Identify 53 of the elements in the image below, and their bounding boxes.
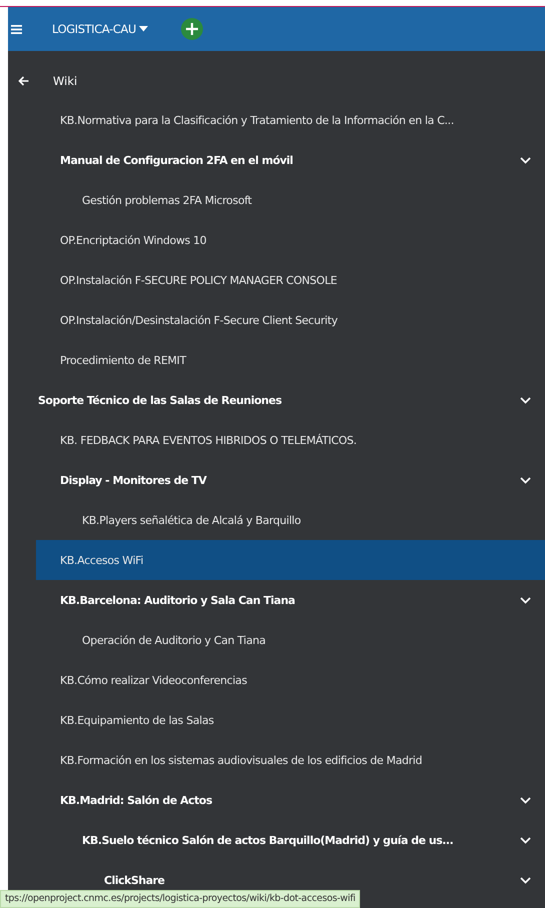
item-label: Gestión problemas 2FA Microsoft	[82, 194, 252, 206]
item-label: KB.Players señalética de Alcalá y Barquillo	[82, 514, 301, 526]
tree-item[interactable]: OP.Instalación/Desinstalación F-Secure Client Security	[36, 300, 545, 340]
chevron-icon[interactable]	[520, 876, 531, 884]
tree-item[interactable]: KB.Suelo técnico Salón de actos Barquillo(Madrid) y guía de us...	[36, 820, 545, 860]
item-label: KB.Normativa para la Clasificación y Tratamiento de la Información en la C...	[60, 114, 454, 126]
item-label: Manual de Configuracion 2FA en el móvil	[60, 154, 293, 166]
caret-icon	[138, 26, 148, 32]
item-label: KB.Equipamiento de las Salas	[60, 714, 214, 726]
tree-item[interactable]: KB.Normativa para la Clasificación y Tratamiento de la Información en la C...	[36, 100, 545, 140]
item-label: OP.Instalación F-SECURE POLICY MANAGER CONSOLE	[60, 274, 337, 286]
item-label: KB.Accesos WiFi	[60, 554, 144, 566]
item-label: KB. FEDBACK PARA EVENTOS HIBRIDOS O TELEMÁTICOS.	[60, 434, 357, 446]
menu-icon[interactable]	[11, 24, 22, 34]
chevron-icon[interactable]	[520, 796, 531, 804]
tree-item[interactable]: OP.Instalación F-SECURE POLICY MANAGER CONSOLE	[36, 260, 545, 300]
tree-item[interactable]: Soporte Técnico de las Salas de Reuniones	[36, 380, 545, 420]
tree-item[interactable]: KB.Madrid: Salón de Actos	[36, 780, 545, 820]
chevron-icon[interactable]	[520, 156, 531, 164]
back-arrow-icon[interactable]	[18, 76, 29, 86]
tree-item[interactable]: KB.Barcelona: Auditorio y Sala Can Tiana	[36, 580, 545, 620]
add-icon[interactable]	[180, 18, 203, 40]
chevron-icon[interactable]	[520, 836, 531, 844]
tree-item[interactable]: KB.Players señalética de Alcalá y Barquillo	[36, 500, 545, 540]
tree-item[interactable]: Display - Monitores de TV	[36, 460, 545, 500]
chevron-icon[interactable]	[520, 596, 531, 604]
chevron-icon[interactable]	[520, 476, 531, 484]
tree-item[interactable]: Manual de Configuracion 2FA en el móvil	[36, 140, 545, 180]
project-dropdown[interactable]: LOGISTICA-CAU	[52, 22, 148, 36]
tree-item[interactable]: KB.Cómo realizar Videoconferencias	[36, 660, 545, 700]
tree-item[interactable]: KB.Equipamiento de las Salas	[36, 700, 545, 740]
chevron-icon[interactable]	[520, 396, 531, 404]
item-label: KB.Cómo realizar Videoconferencias	[60, 674, 247, 686]
item-label: Display - Monitores de TV	[60, 474, 206, 486]
item-label: KB.Suelo técnico Salón de actos Barquillo(Madrid) y guía de us...	[82, 834, 454, 846]
tree-item[interactable]: KB. FEDBACK PARA EVENTOS HIBRIDOS O TELEMÁTICOS.	[36, 420, 545, 460]
tree-item[interactable]: KB.Formación en los sistemas audiovisuales de los edificios de Madrid	[36, 740, 545, 780]
item-label: KB.Formación en los sistemas audiovisuales de los edificios de Madrid	[60, 754, 422, 766]
tree-item[interactable]: Operación de Auditorio y Can Tiana	[36, 620, 545, 660]
tree-item[interactable]: Gestión problemas 2FA Microsoft	[36, 180, 545, 220]
item-label: ClickShare	[104, 874, 165, 886]
item-label: OP.Instalación/Desinstalación F-Secure Client Security	[60, 314, 338, 326]
item-label: Procedimiento de REMIT	[60, 354, 186, 366]
item-label: Soporte Técnico de las Salas de Reuniones	[38, 394, 282, 406]
item-label: OP.Encriptación Windows 10	[60, 234, 206, 246]
item-label: Operación de Auditorio y Can Tiana	[82, 634, 266, 646]
status-url-tooltip: tps://openproject.cnmc.es/projects/logistica-proyectos/wiki/kb-dot-accesos-wifi	[0, 890, 360, 908]
item-label: KB.Barcelona: Auditorio y Sala Can Tiana	[60, 594, 295, 606]
tree-item[interactable]: OP.Encriptación Windows 10	[36, 220, 545, 260]
tree-item[interactable]: KB.Accesos WiFi	[36, 540, 545, 580]
wiki-title: Wiki	[53, 74, 78, 88]
item-label: KB.Madrid: Salón de Actos	[60, 794, 212, 806]
tree-item[interactable]: Procedimiento de REMIT	[36, 340, 545, 380]
